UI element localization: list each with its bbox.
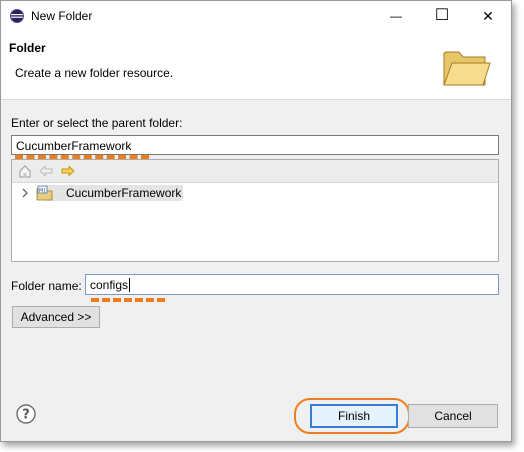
tree-item-label[interactable]: CucumberFramework <box>46 185 184 201</box>
svg-text:M: M <box>39 188 43 194</box>
window-title: New Folder <box>31 9 93 23</box>
maximize-button[interactable]: ☐ <box>419 1 465 31</box>
minimize-button[interactable]: — <box>373 1 419 31</box>
close-button[interactable]: ✕ <box>465 1 511 31</box>
finish-button-label: Finish <box>337 409 370 423</box>
minimize-icon: — <box>390 9 402 23</box>
help-icon[interactable]: ? <box>16 404 36 424</box>
chevron-right-icon[interactable] <box>20 187 30 199</box>
parent-folder-value: CucumberFramework <box>16 139 132 153</box>
folder-icon <box>443 51 491 86</box>
tree-toolbar <box>12 160 498 183</box>
title-bar: New Folder — ☐ ✕ <box>1 1 511 31</box>
home-icon[interactable] <box>18 164 32 178</box>
back-arrow-icon[interactable] <box>39 164 53 178</box>
parent-folder-label: Enter or select the parent folder: <box>11 116 183 130</box>
text-cursor <box>129 278 131 292</box>
folder-name-value: configs <box>90 278 129 292</box>
annotation-underline <box>91 298 165 302</box>
new-folder-dialog: New Folder — ☐ ✕ Folder Create a new fol… <box>0 0 512 442</box>
page-subtitle: Create a new folder resource. <box>15 66 174 80</box>
close-icon: ✕ <box>482 8 494 24</box>
finish-button[interactable]: Finish <box>310 404 398 428</box>
svg-text:?: ? <box>22 408 30 423</box>
cancel-button-label: Cancel <box>434 409 472 423</box>
advanced-button-label: Advanced >> <box>20 310 92 324</box>
advanced-button[interactable]: Advanced >> <box>12 306 100 328</box>
java-project-icon: M J <box>36 185 53 201</box>
eclipse-app-icon <box>10 9 24 23</box>
svg-text:J: J <box>43 188 45 194</box>
page-title: Folder <box>9 41 46 55</box>
folder-name-input[interactable]: configs <box>85 274 499 295</box>
wizard-header: Folder Create a new folder resource. <box>1 31 511 100</box>
folder-tree[interactable]: CucumberFramework M J <box>11 159 499 262</box>
forward-arrow-icon[interactable] <box>61 164 75 178</box>
maximize-icon: ☐ <box>434 7 450 24</box>
folder-name-label: Folder name: <box>11 279 82 293</box>
parent-folder-input[interactable]: CucumberFramework <box>11 135 499 155</box>
cancel-button[interactable]: Cancel <box>408 404 498 428</box>
